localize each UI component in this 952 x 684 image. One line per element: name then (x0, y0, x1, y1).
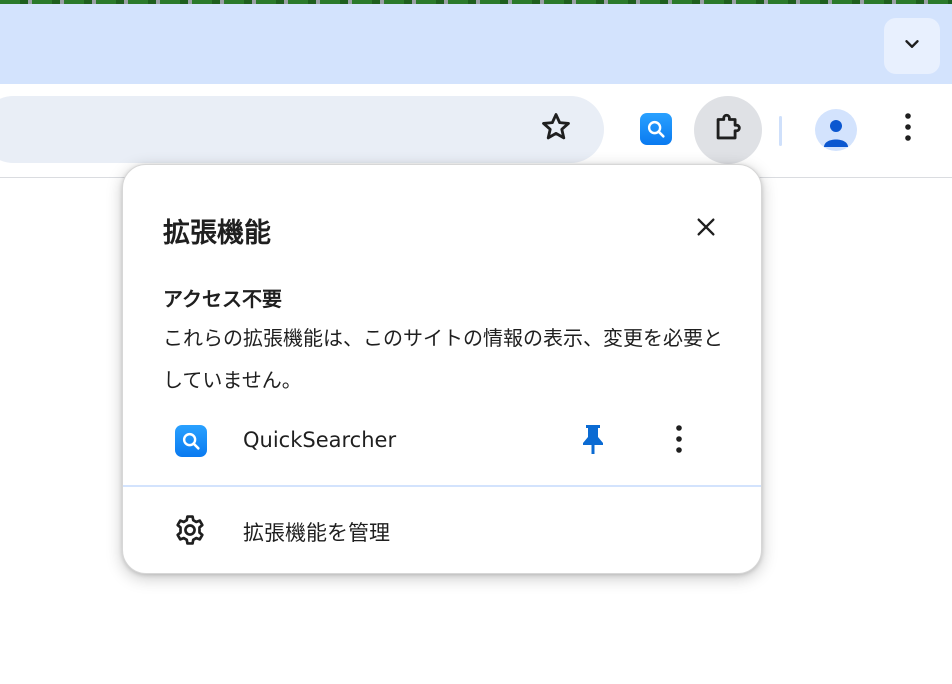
extension-more-button[interactable] (657, 419, 701, 463)
kebab-menu-icon (904, 112, 912, 146)
section-description: これらの拡張機能は、このサイトの情報の表示、変更を必要としていません。 (163, 326, 723, 392)
extensions-button[interactable] (694, 96, 762, 164)
close-icon (695, 216, 717, 242)
extension-name: QuickSearcher (243, 428, 397, 452)
toolbar-separator (779, 116, 782, 146)
extension-row[interactable]: QuickSearcher (123, 415, 763, 467)
popup-title: 拡張機能 (163, 218, 271, 249)
pin-icon (580, 423, 606, 459)
gear-icon (171, 511, 209, 549)
profile-button[interactable] (815, 109, 857, 151)
address-bar[interactable] (0, 96, 604, 163)
manage-extensions-item[interactable]: 拡張機能を管理 (123, 505, 761, 555)
star-icon (539, 110, 573, 148)
manage-extensions-label: 拡張機能を管理 (243, 521, 390, 545)
person-icon (821, 115, 851, 151)
kebab-menu-icon (675, 424, 683, 458)
magnifier-app-icon (640, 113, 672, 145)
browser-menu-button[interactable] (884, 105, 932, 153)
puzzle-icon (711, 111, 745, 149)
magnifier-app-icon (175, 425, 207, 457)
close-button[interactable] (686, 209, 726, 249)
tab-search-button[interactable] (884, 18, 940, 74)
tab-strip (0, 4, 952, 84)
bookmark-button[interactable] (532, 105, 580, 153)
pin-button[interactable] (571, 419, 615, 463)
section-heading: アクセス不要 (163, 287, 282, 311)
extensions-popup: 拡張機能 アクセス不要 これらの拡張機能は、このサイトの情報の表示、変更を必要と… (122, 164, 762, 574)
chevron-down-icon (901, 33, 923, 59)
pinned-extension-button[interactable] (632, 105, 680, 153)
divider (123, 485, 761, 487)
